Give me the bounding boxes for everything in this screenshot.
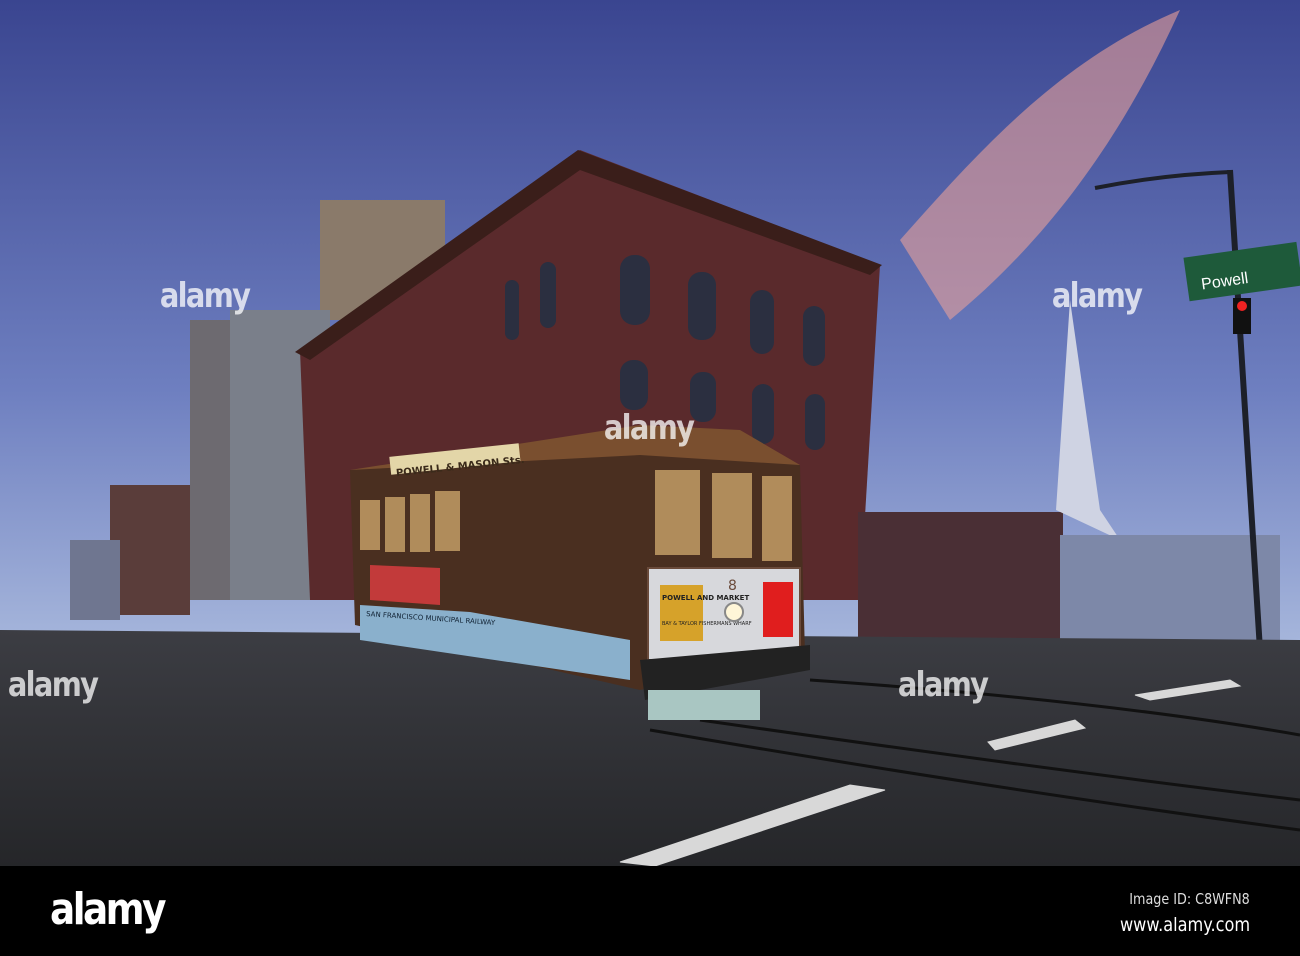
- building: [70, 540, 120, 620]
- site-url: www.alamy.com: [1119, 914, 1250, 936]
- alamy-logo: alamy: [50, 884, 166, 935]
- watermark: alamy: [1051, 276, 1143, 316]
- car-step: [648, 690, 760, 720]
- watermark: alamy: [603, 408, 695, 448]
- headlight: [724, 602, 744, 622]
- watermark: alamy: [897, 665, 989, 705]
- stock-photo: Powell POWELL & MASON Sts. SAN FRANCISCO…: [0, 0, 1300, 956]
- watermark: alamy: [7, 665, 99, 705]
- watermark: alamy: [159, 276, 251, 316]
- destination-sign-top: POWELL AND MARKET: [662, 594, 749, 602]
- red-panel: [763, 582, 793, 637]
- footer-bar: alamy Image ID: C8WFN8 www.alamy.com: [0, 866, 1300, 956]
- houses: [1060, 535, 1280, 645]
- destination-sign-bottom: BAY & TAYLOR FISHERMANS WHARF: [662, 621, 752, 627]
- building: [110, 485, 190, 615]
- image-id: Image ID: C8WFN8: [1129, 890, 1250, 908]
- car-number: 8: [728, 578, 737, 594]
- red-light: [1237, 301, 1247, 311]
- brick-building-right: [858, 512, 1063, 642]
